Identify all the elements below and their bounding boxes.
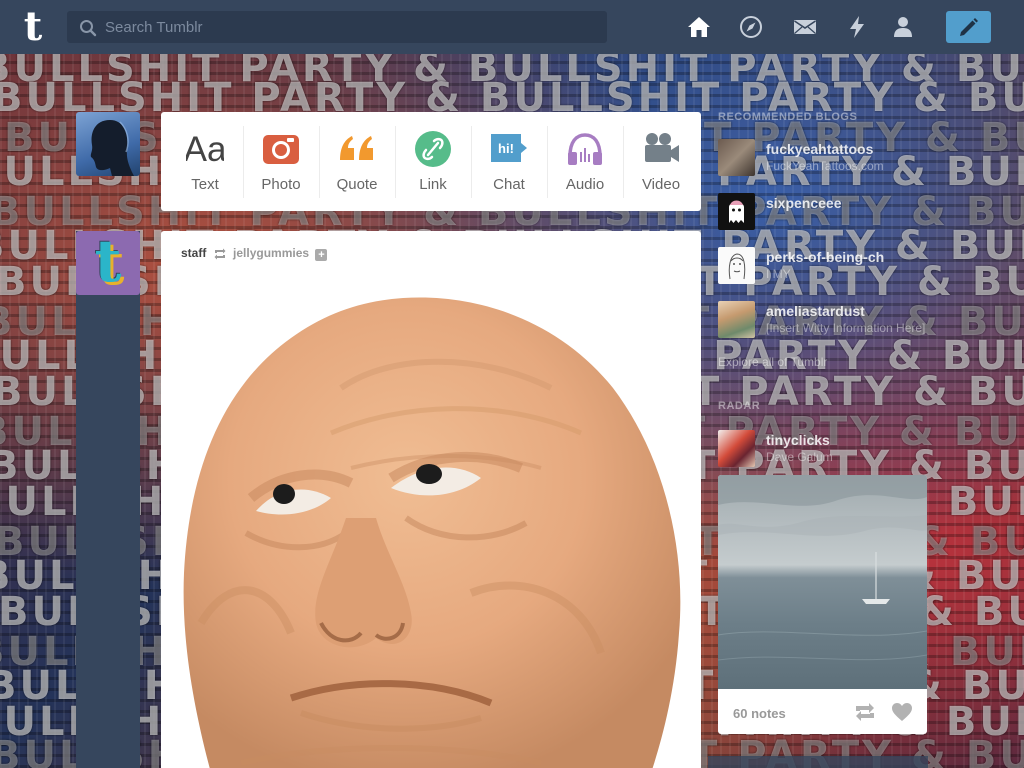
notes-count[interactable]: 60 notes [733, 706, 786, 721]
link-icon [415, 131, 451, 167]
user-avatar[interactable] [76, 112, 140, 176]
post-type-label: Link [419, 176, 447, 193]
recommended-blog-item[interactable]: ameliastardust [Insert Witty Information… [718, 301, 928, 341]
chat-icon: hi! [491, 134, 527, 162]
post-type-label: Audio [565, 176, 605, 193]
blog-avatar[interactable] [718, 193, 755, 230]
tumblr-logo-icon[interactable]: t [17, 6, 49, 48]
recommended-blog-item[interactable]: perks-of-being-ch I MY [718, 247, 928, 287]
search-box[interactable] [67, 11, 607, 43]
video-camera-icon [645, 133, 679, 162]
dashboard-post: staff jellygummies + [161, 231, 701, 768]
tumblr-t-icon: t [94, 231, 122, 295]
post-source-link[interactable]: jellygummies [233, 246, 309, 260]
blog-subtitle: I MY [766, 267, 791, 281]
recommended-blog-item[interactable]: fuckyeahtattoos FuckYeahTattoos.com [718, 139, 928, 179]
blog-subtitle: FuckYeahTattoos.com [766, 159, 884, 173]
post-type-label: Quote [336, 176, 378, 193]
explore-icon[interactable] [739, 15, 763, 39]
inbox-icon[interactable] [793, 15, 817, 39]
post-type-label: Video [641, 176, 681, 193]
sketch-portrait-icon [728, 253, 746, 280]
home-icon[interactable] [687, 15, 711, 39]
blog-avatar[interactable] [718, 247, 755, 284]
blog-avatar[interactable] [718, 301, 755, 338]
radar-post-image[interactable] [718, 475, 927, 689]
reblog-icon[interactable] [854, 702, 876, 722]
activity-icon[interactable] [845, 15, 869, 39]
post-type-label: Photo [261, 176, 301, 193]
post-type-bar: Aa Text Photo Quote Link hi! Chat Audio … [161, 112, 701, 211]
svg-text:Aa: Aa [186, 130, 224, 168]
account-icon[interactable] [891, 15, 915, 39]
radar-heading: RADAR [718, 400, 761, 412]
post-author-link[interactable]: staff [181, 246, 206, 260]
recommended-blog-item[interactable]: sixpenceee [718, 193, 928, 233]
search-icon [80, 20, 97, 37]
headphones-icon [568, 133, 602, 165]
post-type-label: Chat [493, 176, 525, 193]
blog-name[interactable]: tinyclicks [766, 432, 830, 448]
post-type-audio[interactable]: Audio [547, 112, 623, 211]
blog-name[interactable]: sixpenceee [766, 195, 842, 211]
svg-text:hi!: hi! [498, 141, 514, 156]
compose-button[interactable] [946, 11, 991, 43]
reblog-icon [214, 248, 226, 260]
post-type-link[interactable]: Link [395, 112, 471, 211]
silhouette-icon [90, 120, 134, 176]
heart-icon[interactable] [891, 702, 913, 722]
recommended-blogs-heading: RECOMMENDED BLOGS [718, 111, 858, 123]
radar-post-card[interactable]: 60 notes [718, 475, 927, 734]
follow-plus-icon[interactable]: + [315, 249, 328, 261]
post-header: staff jellygummies + [181, 246, 328, 262]
post-type-text[interactable]: Aa Text [167, 112, 243, 211]
post-type-label: Text [191, 176, 219, 193]
blog-avatar[interactable] [718, 430, 755, 467]
explore-tumblr-link[interactable]: Explore all of Tumblr [718, 355, 827, 369]
left-column-strip [76, 231, 140, 768]
post-type-video[interactable]: Video [623, 112, 699, 211]
post-type-quote[interactable]: Quote [319, 112, 395, 211]
post-image [183, 297, 681, 768]
camera-icon [263, 135, 299, 164]
staff-avatar[interactable]: t [76, 231, 140, 295]
post-type-chat[interactable]: hi! Chat [471, 112, 547, 211]
pencil-icon [960, 18, 978, 36]
blog-avatar[interactable] [718, 139, 755, 176]
sailboat-image [718, 475, 927, 661]
blog-subtitle: Dave Galum [766, 450, 833, 464]
blog-name[interactable]: fuckyeahtattoos [766, 141, 873, 157]
text-icon: Aa [186, 130, 224, 168]
radar-blog-item[interactable]: tinyclicks Dave Galum [718, 430, 928, 470]
blog-name[interactable]: ameliastardust [766, 303, 865, 319]
ghost-icon [729, 200, 744, 223]
quote-icon [340, 136, 373, 160]
top-navigation: t [0, 0, 1024, 54]
sidebar-footer [708, 756, 928, 768]
blog-name[interactable]: perks-of-being-ch [766, 249, 884, 265]
post-type-photo[interactable]: Photo [243, 112, 319, 211]
search-input[interactable] [105, 11, 600, 43]
blog-subtitle: [Insert Witty Information Here] [766, 321, 926, 335]
